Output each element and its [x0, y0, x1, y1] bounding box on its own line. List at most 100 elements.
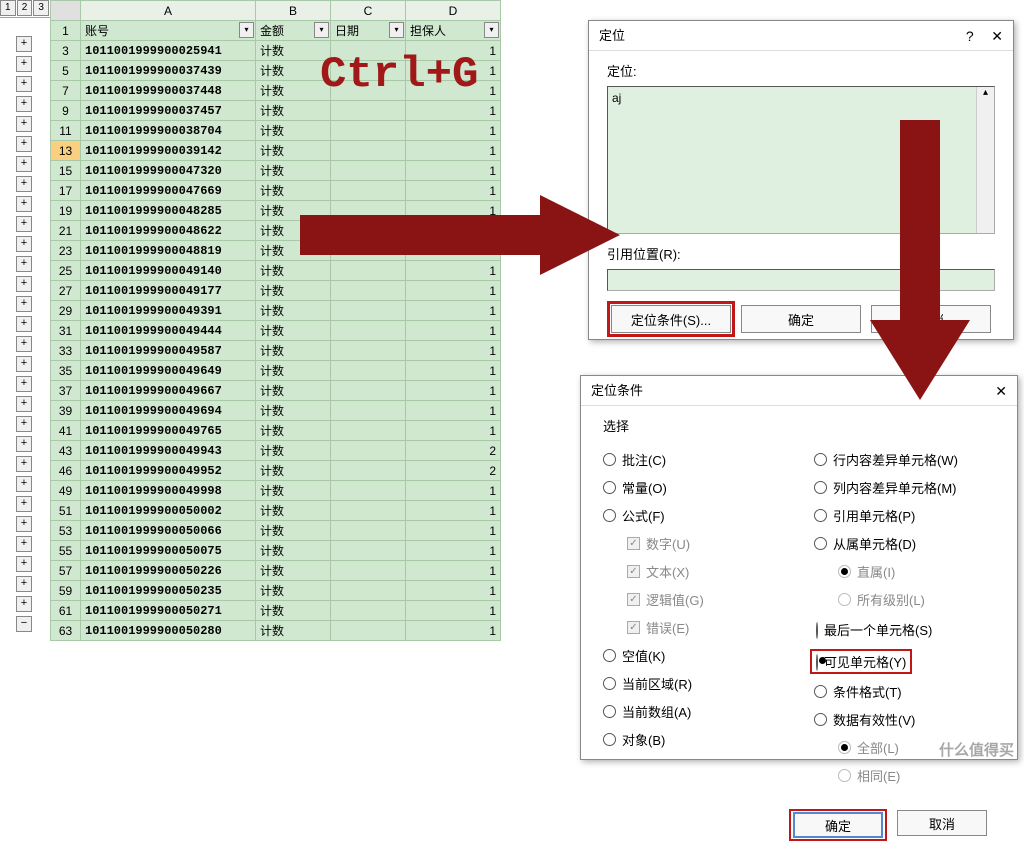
expand-icon[interactable]: +	[16, 136, 32, 152]
expand-icon[interactable]: +	[16, 316, 32, 332]
row-header[interactable]: 29	[51, 301, 81, 321]
expand-icon[interactable]: +	[16, 336, 32, 352]
cell-account[interactable]: 1011001999900025941	[81, 41, 256, 61]
table-row[interactable]: 13 1011001999900039142 计数 1	[51, 141, 501, 161]
cell-value[interactable]: 1	[406, 321, 501, 341]
expand-icon[interactable]: +	[16, 556, 32, 572]
opt-precedents[interactable]: 引用单元格(P)	[814, 506, 995, 525]
cell-date[interactable]	[331, 561, 406, 581]
row-header[interactable]: 11	[51, 121, 81, 141]
expand-icon[interactable]: +	[16, 96, 32, 112]
cell-account[interactable]: 1011001999900049952	[81, 461, 256, 481]
row-header[interactable]: 17	[51, 181, 81, 201]
outline-level-3[interactable]: 3	[33, 0, 49, 16]
cell-date[interactable]	[331, 501, 406, 521]
cell-account[interactable]: 1011001999900048622	[81, 221, 256, 241]
row-header[interactable]: 5	[51, 61, 81, 81]
row-header[interactable]: 63	[51, 621, 81, 641]
header-guarantor[interactable]: 担保人▾	[406, 21, 501, 41]
cell-account[interactable]: 1011001999900048285	[81, 201, 256, 221]
row-header[interactable]: 25	[51, 261, 81, 281]
header-account[interactable]: 账号▾	[81, 21, 256, 41]
cell-value[interactable]: 1	[406, 481, 501, 501]
row-header[interactable]: 49	[51, 481, 81, 501]
cell-count[interactable]: 计数	[256, 161, 331, 181]
cell-account[interactable]: 1011001999900049587	[81, 341, 256, 361]
cell-account[interactable]: 1011001999900050002	[81, 501, 256, 521]
cell-value[interactable]: 1	[406, 301, 501, 321]
cell-count[interactable]: 计数	[256, 441, 331, 461]
expand-icon[interactable]: +	[16, 116, 32, 132]
cell-count[interactable]: 计数	[256, 361, 331, 381]
opt-current-array[interactable]: 当前数组(A)	[603, 702, 784, 721]
collapse-icon[interactable]: −	[16, 616, 32, 632]
row-header[interactable]: 55	[51, 541, 81, 561]
close-icon[interactable]: ✕	[991, 28, 1003, 44]
opt-objects[interactable]: 对象(B)	[603, 730, 784, 749]
cell-value[interactable]: 1	[406, 541, 501, 561]
cell-date[interactable]	[331, 521, 406, 541]
cell-value[interactable]: 1	[406, 621, 501, 641]
table-row[interactable]: 29 1011001999900049391 计数 1	[51, 301, 501, 321]
opt-row-diff[interactable]: 行内容差异单元格(W)	[814, 450, 995, 469]
cell-date[interactable]	[331, 101, 406, 121]
expand-icon[interactable]: +	[16, 296, 32, 312]
cell-date[interactable]	[331, 601, 406, 621]
cell-value[interactable]: 1	[406, 341, 501, 361]
table-row[interactable]: 11 1011001999900038704 计数 1	[51, 121, 501, 141]
row-header[interactable]: 43	[51, 441, 81, 461]
list-item[interactable]: aj	[612, 91, 621, 105]
cell-count[interactable]: 计数	[256, 341, 331, 361]
table-row[interactable]: 59 1011001999900050235 计数 1	[51, 581, 501, 601]
table-row[interactable]: 35 1011001999900049649 计数 1	[51, 361, 501, 381]
row-header[interactable]: 57	[51, 561, 81, 581]
cell-account[interactable]: 1011001999900050235	[81, 581, 256, 601]
opt-visible-cells[interactable]: 可见单元格(Y)	[814, 650, 995, 673]
cell-date[interactable]	[331, 421, 406, 441]
expand-icon[interactable]: +	[16, 576, 32, 592]
expand-icon[interactable]: +	[16, 596, 32, 612]
cell-date[interactable]	[331, 281, 406, 301]
filter-icon[interactable]: ▾	[239, 22, 254, 38]
row-header[interactable]: 27	[51, 281, 81, 301]
select-all-corner[interactable]	[51, 1, 81, 21]
cell-count[interactable]: 计数	[256, 321, 331, 341]
filter-icon[interactable]: ▾	[314, 22, 329, 38]
row-header[interactable]: 59	[51, 581, 81, 601]
row-header[interactable]: 15	[51, 161, 81, 181]
cell-count[interactable]: 计数	[256, 501, 331, 521]
cell-date[interactable]	[331, 621, 406, 641]
expand-icon[interactable]: +	[16, 456, 32, 472]
expand-icon[interactable]: +	[16, 496, 32, 512]
expand-icon[interactable]: +	[16, 176, 32, 192]
opt-constants[interactable]: 常量(O)	[603, 478, 784, 497]
col-header-B[interactable]: B	[256, 1, 331, 21]
row-header[interactable]: 51	[51, 501, 81, 521]
table-row[interactable]: 31 1011001999900049444 计数 1	[51, 321, 501, 341]
cell-date[interactable]	[331, 541, 406, 561]
cell-count[interactable]: 计数	[256, 581, 331, 601]
opt-dependents[interactable]: 从属单元格(D)	[814, 534, 995, 553]
table-row[interactable]: 39 1011001999900049694 计数 1	[51, 401, 501, 421]
cell-value[interactable]: 1	[406, 401, 501, 421]
expand-icon[interactable]: +	[16, 376, 32, 392]
expand-icon[interactable]: +	[16, 396, 32, 412]
cell-date[interactable]	[331, 321, 406, 341]
opt-blanks[interactable]: 空值(K)	[603, 646, 784, 665]
expand-icon[interactable]: +	[16, 516, 32, 532]
table-row[interactable]: 9 1011001999900037457 计数 1	[51, 101, 501, 121]
cell-count[interactable]: 计数	[256, 481, 331, 501]
row-header[interactable]: 13	[51, 141, 81, 161]
cell-account[interactable]: 1011001999900049177	[81, 281, 256, 301]
cell-value[interactable]: 1	[406, 101, 501, 121]
row-header[interactable]: 21	[51, 221, 81, 241]
expand-icon[interactable]: +	[16, 536, 32, 552]
help-icon[interactable]: ?	[966, 28, 974, 44]
cell-value[interactable]: 1	[406, 161, 501, 181]
cell-account[interactable]: 1011001999900049444	[81, 321, 256, 341]
special-button[interactable]: 定位条件(S)...	[611, 305, 731, 333]
table-row[interactable]: 41 1011001999900049765 计数 1	[51, 421, 501, 441]
col-header-D[interactable]: D	[406, 1, 501, 21]
cell-date[interactable]	[331, 161, 406, 181]
expand-icon[interactable]: +	[16, 256, 32, 272]
